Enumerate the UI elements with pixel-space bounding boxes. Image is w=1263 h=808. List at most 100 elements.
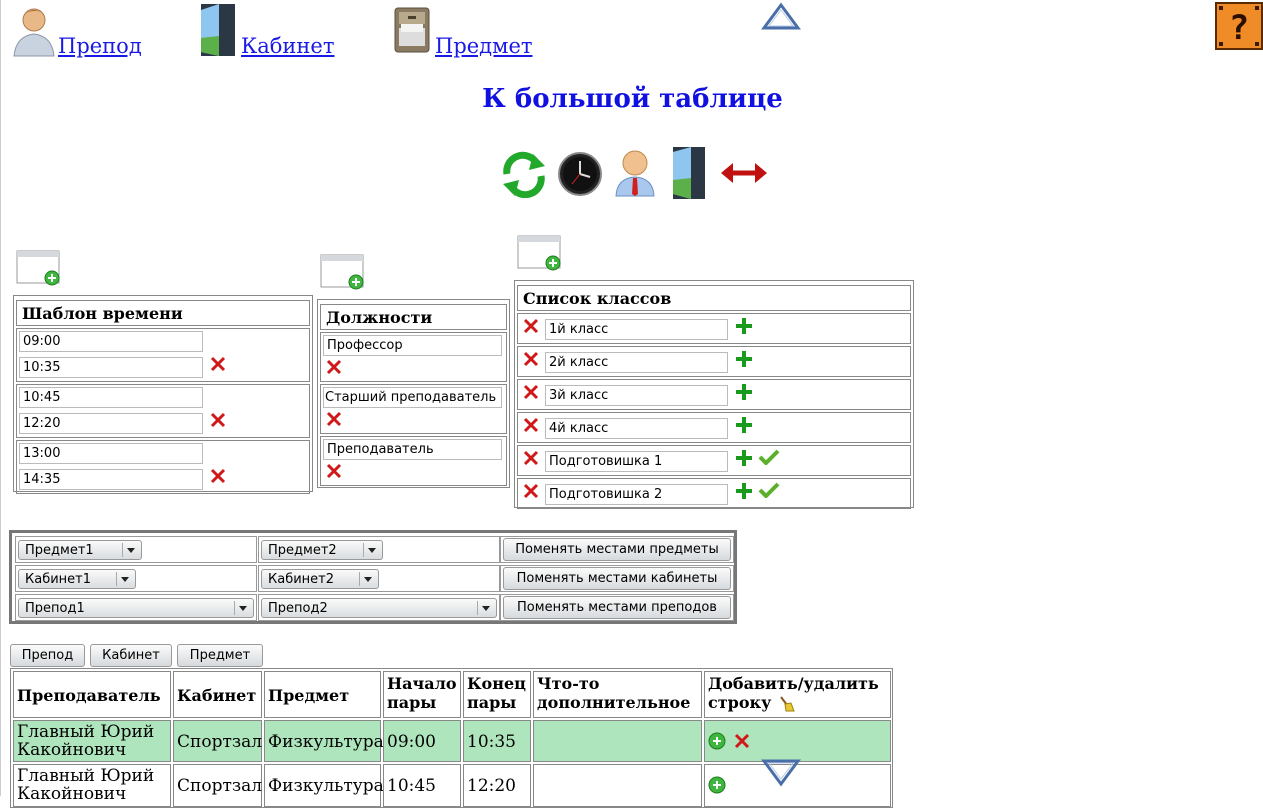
class-name-input[interactable] [545, 352, 728, 373]
add-class-icon[interactable] [517, 235, 561, 271]
chevron-down-icon [234, 601, 251, 615]
time-template-panel: Шаблон времени [13, 295, 313, 494]
time-slot-row [16, 328, 310, 382]
class-name-input[interactable] [545, 385, 728, 406]
chevron-down-icon [116, 572, 133, 586]
swap-subjects-button[interactable]: Поменять местами предметы [503, 538, 731, 561]
swap-teachers-button[interactable]: Поменять местами преподов [503, 596, 731, 619]
column-header-start-line1: Начало [387, 674, 457, 693]
cell-start: 10:45 [383, 764, 461, 807]
subject2-select[interactable]: Предмет2 [261, 540, 383, 560]
door-icon[interactable] [669, 146, 709, 200]
position-row [320, 384, 507, 434]
nav-subject-link[interactable]: Предмет [387, 0, 533, 58]
teacher1-select[interactable]: Препод1 [18, 598, 254, 618]
time-slot-end-input[interactable] [19, 469, 203, 490]
subject1-select[interactable]: Предмет1 [18, 540, 142, 560]
delete-x-icon[interactable] [522, 317, 540, 335]
class-name-input[interactable] [545, 319, 728, 340]
nav-teacher-link[interactable]: Препод [10, 0, 142, 58]
swap-rooms-button[interactable]: Поменять местами кабинеты [503, 567, 731, 590]
delete-x-icon[interactable] [522, 482, 540, 500]
position-input[interactable] [323, 387, 502, 408]
cabinet-icon [387, 2, 435, 58]
swap-cell: Предмет1 [15, 536, 257, 563]
plus-icon[interactable] [734, 382, 754, 402]
cell-room: Спортзал [173, 720, 262, 762]
room2-select-value: Кабинет2 [268, 572, 335, 587]
column-header-extra: Что-то дополнительное [533, 671, 702, 718]
delete-x-icon[interactable] [733, 732, 751, 750]
delete-x-icon[interactable] [522, 416, 540, 434]
checkmark-icon[interactable] [758, 482, 780, 498]
class-name-input[interactable] [545, 484, 728, 505]
nav-room-link[interactable]: Кабинет [193, 0, 334, 58]
checkmark-icon[interactable] [758, 449, 780, 465]
plus-icon[interactable] [734, 415, 754, 435]
column-header-extra-line2: дополнительное [537, 693, 691, 712]
chevron-down-icon [477, 601, 494, 615]
refresh-icon[interactable] [499, 150, 549, 198]
room2-select[interactable]: Кабинет2 [261, 569, 379, 589]
time-slot-row [16, 440, 310, 494]
plus-icon[interactable] [734, 316, 754, 336]
time-slot-start-input[interactable] [19, 331, 203, 352]
delete-x-icon[interactable] [325, 358, 343, 376]
swap-arrows-icon[interactable] [719, 158, 769, 188]
plus-icon[interactable] [734, 481, 754, 501]
delete-x-icon[interactable] [325, 410, 343, 428]
delete-x-icon[interactable] [522, 383, 540, 401]
position-input[interactable] [323, 335, 502, 356]
delete-x-icon[interactable] [522, 449, 540, 467]
swap-cell: Препод1 [15, 594, 257, 621]
page-title[interactable]: К большой таблице [1, 84, 1263, 114]
add-position-icon[interactable] [320, 254, 364, 290]
room1-select-value: Кабинет1 [25, 572, 92, 587]
cell-end: 10:35 [463, 720, 531, 762]
clock-icon[interactable] [556, 150, 604, 198]
chevron-down-icon [363, 543, 380, 557]
add-row-icon[interactable] [708, 776, 726, 794]
tab-subject[interactable]: Предмет [177, 644, 263, 667]
delete-x-icon[interactable] [209, 467, 227, 485]
time-slot-start-input[interactable] [19, 443, 203, 464]
column-header-end: Конец пары [463, 671, 531, 718]
person-icon[interactable] [613, 148, 657, 198]
class-name-input[interactable] [545, 451, 728, 472]
delete-x-icon[interactable] [522, 350, 540, 368]
add-time-slot-icon[interactable] [16, 250, 60, 286]
time-slot-end-input[interactable] [19, 413, 203, 434]
chevron-down-icon [359, 572, 376, 586]
room1-select[interactable]: Кабинет1 [18, 569, 136, 589]
delete-x-icon[interactable] [325, 462, 343, 480]
plus-icon[interactable] [734, 349, 754, 369]
time-slot-end-input[interactable] [19, 357, 203, 378]
delete-x-icon[interactable] [209, 355, 227, 373]
cell-teacher-line2: Какойнович [17, 740, 127, 760]
scroll-up-icon[interactable] [761, 2, 801, 32]
swap-cell: Кабинет1 [15, 565, 257, 592]
column-header-end-line2: пары [467, 693, 517, 712]
classes-panel: Список классов [514, 280, 914, 509]
column-header-add-remove-line1: Добавить/удалить [708, 674, 879, 693]
delete-x-icon[interactable] [209, 411, 227, 429]
help-icon[interactable]: ? [1215, 2, 1263, 50]
cell-extra [533, 764, 702, 807]
position-row [320, 436, 507, 486]
tab-room[interactable]: Кабинет [90, 644, 172, 667]
cell-start: 09:00 [383, 720, 461, 762]
teacher2-select[interactable]: Препод2 [261, 598, 497, 618]
tab-teacher[interactable]: Препод [10, 644, 85, 667]
time-slot-start-input[interactable] [19, 387, 203, 408]
position-row [320, 332, 507, 382]
scroll-down-icon[interactable] [761, 758, 801, 788]
swap-cell: Препод2 [258, 594, 500, 621]
column-header-room: Кабинет [173, 671, 262, 718]
class-name-input[interactable] [545, 418, 728, 439]
add-row-icon[interactable] [708, 732, 726, 750]
svg-text:?: ? [1229, 8, 1249, 48]
position-input[interactable] [323, 439, 502, 460]
broom-icon[interactable] [777, 695, 795, 713]
swap-cell: Поменять местами предметы [500, 536, 734, 563]
plus-icon[interactable] [734, 448, 754, 468]
